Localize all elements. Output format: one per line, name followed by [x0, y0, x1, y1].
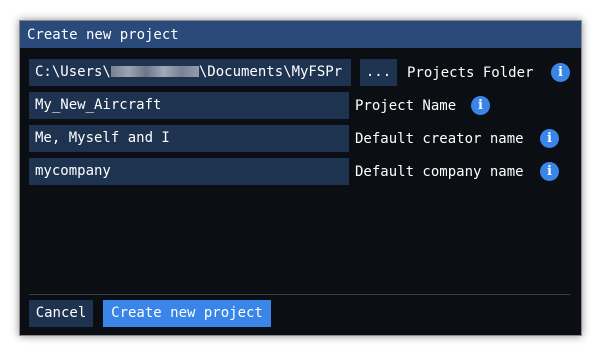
project-name-value: My_New_Aircraft [35, 97, 162, 113]
create-project-dialog: Create new project C:\Users\ \Documents\M… [19, 20, 582, 336]
projects-folder-input[interactable]: C:\Users\ \Documents\MyFSPr [29, 59, 351, 86]
company-name-value: mycompany [35, 163, 111, 179]
creator-name-value: Me, Myself and I [35, 130, 170, 146]
browse-folder-button[interactable]: ... [360, 59, 397, 86]
dialog-title: Create new project [27, 27, 179, 43]
cancel-button[interactable]: Cancel [29, 300, 93, 327]
company-name-info-icon[interactable]: i [540, 162, 559, 181]
create-project-button[interactable]: Create new project [103, 300, 271, 327]
project-name-input[interactable]: My_New_Aircraft [29, 92, 349, 119]
redacted-username [110, 65, 199, 77]
creator-name-input[interactable]: Me, Myself and I [29, 125, 349, 152]
creator-name-label: Default creator name [355, 131, 524, 147]
project-name-info-icon[interactable]: i [471, 96, 490, 115]
projects-folder-path-prefix: C:\Users\ [35, 64, 111, 80]
dialog-title-bar[interactable]: Create new project [20, 21, 581, 48]
company-name-label: Default company name [355, 164, 524, 180]
projects-folder-info-icon[interactable]: i [551, 63, 570, 82]
company-name-input[interactable]: mycompany [29, 158, 349, 185]
footer-divider [29, 294, 570, 295]
creator-name-info-icon[interactable]: i [540, 129, 559, 148]
project-name-label: Project Name [355, 98, 457, 114]
projects-folder-label: Projects Folder [407, 65, 534, 81]
projects-folder-path-suffix: \Documents\MyFSPr [198, 64, 343, 80]
